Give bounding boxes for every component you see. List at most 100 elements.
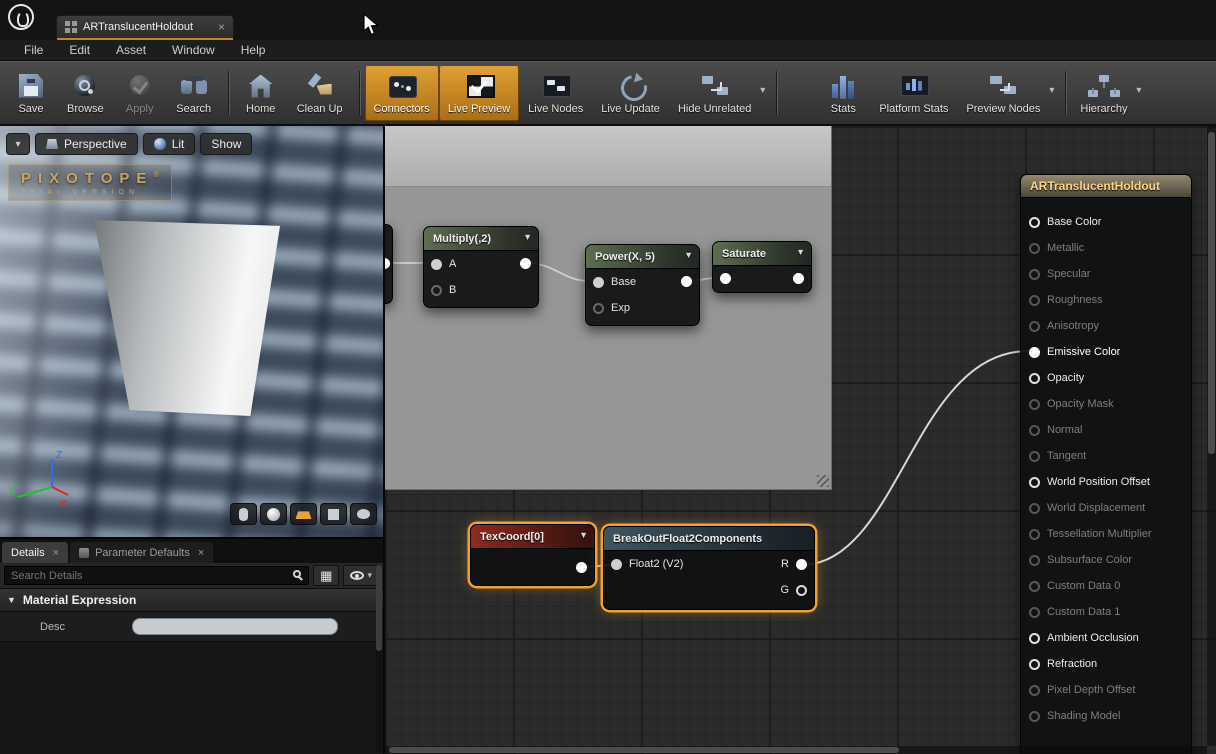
asset-tab[interactable]: ARTranslucentHoldout × [56, 15, 234, 38]
show-button[interactable]: Show [200, 133, 252, 155]
pin-circle[interactable] [1029, 477, 1040, 488]
output-pin[interactable] [681, 276, 692, 287]
tab-close-button[interactable]: × [218, 20, 225, 34]
result-pin[interactable]: Subsurface Color [1021, 547, 1191, 573]
result-pin[interactable]: Ambient Occlusion [1021, 625, 1191, 651]
pin-circle[interactable] [1029, 659, 1040, 670]
material-result-node[interactable]: ARTranslucentHoldout Base Color Metallic… [1020, 174, 1192, 754]
breakout-float2-node[interactable]: BreakOutFloat2Components Float2 (V2) R G [603, 526, 815, 610]
result-pin[interactable]: Tangent [1021, 443, 1191, 469]
result-pin[interactable]: Emissive Color [1021, 339, 1191, 365]
collapse-caret-icon[interactable] [796, 247, 805, 257]
pin-circle[interactable] [1029, 347, 1040, 358]
pin-circle[interactable] [1029, 633, 1040, 644]
cylinder-shape-button[interactable] [230, 503, 257, 525]
input-pin-b[interactable] [431, 285, 442, 296]
result-pin[interactable]: Base Color [1021, 209, 1191, 235]
pin-circle[interactable] [1029, 321, 1040, 332]
input-pin-base[interactable] [593, 277, 604, 288]
hierarchy-button[interactable]: Hierarchy [1071, 65, 1145, 121]
details-scrollbar[interactable] [376, 565, 382, 752]
search-button[interactable]: Search [167, 65, 221, 121]
pin-circle[interactable] [1029, 399, 1040, 410]
live-nodes-button[interactable]: Live Nodes [519, 65, 592, 121]
pin-circle[interactable] [1029, 243, 1040, 254]
node-header[interactable]: Power(X, 5) [586, 245, 699, 269]
result-pin[interactable]: Pixel Depth Offset [1021, 677, 1191, 703]
pin-circle[interactable] [1029, 503, 1040, 514]
menu-item[interactable]: Window [160, 41, 227, 59]
pin-circle[interactable] [1029, 269, 1040, 280]
platform-stats-button[interactable]: Platform Stats [870, 65, 957, 121]
view-options-button[interactable]: ▾ [343, 565, 379, 586]
output-pin[interactable] [520, 258, 531, 269]
output-pin[interactable] [576, 562, 587, 573]
resize-handle-icon[interactable] [817, 475, 829, 487]
connectors-button[interactable]: Connectors [365, 65, 439, 121]
input-pin-float2[interactable] [611, 559, 622, 570]
node-header[interactable]: Saturate [713, 242, 811, 266]
node-header[interactable]: BreakOutFloat2Components [604, 527, 814, 551]
saturate-node[interactable]: Saturate [712, 241, 812, 293]
browse-button[interactable]: Browse [58, 65, 113, 121]
pin-circle[interactable] [1029, 555, 1040, 566]
pin-circle[interactable] [1029, 217, 1040, 228]
preview-viewport[interactable]: ▾ Perspective Lit Show PIXOTOPE® TRIAL V… [0, 126, 383, 537]
input-pin[interactable] [720, 273, 731, 284]
result-pin[interactable]: Specular [1021, 261, 1191, 287]
pin-circle[interactable] [1029, 685, 1040, 696]
pin-circle[interactable] [1029, 529, 1040, 540]
material-expression-section-header[interactable]: ▼ Material Expression [0, 589, 383, 612]
result-pin[interactable]: World Displacement [1021, 495, 1191, 521]
menu-item[interactable]: File [12, 41, 55, 59]
result-pin[interactable]: Metallic [1021, 235, 1191, 261]
output-pin-r[interactable] [796, 559, 807, 570]
pin-circle[interactable] [1029, 425, 1040, 436]
plane-shape-button[interactable] [290, 503, 317, 525]
save-button[interactable]: Save [4, 65, 58, 121]
lit-button[interactable]: Lit [143, 133, 196, 155]
search-details-input[interactable] [4, 566, 309, 585]
node-header[interactable]: TexCoord[0] [471, 525, 594, 549]
tab-parameter-defaults[interactable]: Parameter Defaults × [70, 542, 213, 563]
scrollbar-thumb[interactable] [1208, 132, 1215, 454]
collapse-caret-icon[interactable] [684, 250, 693, 260]
output-pin[interactable] [793, 273, 804, 284]
tab-close-button[interactable]: × [198, 547, 204, 559]
graph-vertical-scrollbar[interactable] [1207, 126, 1216, 746]
power-node[interactable]: Power(X, 5) Base Exp [585, 244, 700, 326]
collapse-caret-icon[interactable] [579, 530, 588, 540]
graph-horizontal-scrollbar[interactable] [385, 746, 1207, 754]
output-pin[interactable] [385, 258, 390, 269]
preview-nodes-button[interactable]: Preview Nodes [957, 65, 1058, 121]
result-pin[interactable]: Roughness [1021, 287, 1191, 313]
scrollbar-thumb[interactable] [389, 747, 899, 753]
tab-close-button[interactable]: × [53, 547, 59, 559]
result-pin[interactable]: Anisotropy [1021, 313, 1191, 339]
viewport-options-button[interactable]: ▾ [6, 133, 30, 155]
output-pin-g[interactable] [796, 585, 807, 596]
input-pin-a[interactable] [431, 259, 442, 270]
pin-circle[interactable] [1029, 373, 1040, 384]
result-pin[interactable]: Opacity [1021, 365, 1191, 391]
cube-shape-button[interactable] [320, 503, 347, 525]
result-pin[interactable]: Opacity Mask [1021, 391, 1191, 417]
pin-circle[interactable] [1029, 711, 1040, 722]
result-pin[interactable]: Normal [1021, 417, 1191, 443]
teapot-shape-button[interactable] [350, 503, 377, 525]
sphere-shape-button[interactable] [260, 503, 287, 525]
result-pin[interactable]: World Position Offset [1021, 469, 1191, 495]
menu-item[interactable]: Help [229, 41, 278, 59]
menu-item[interactable]: Asset [104, 41, 158, 59]
result-pin[interactable]: Shading Model [1021, 703, 1191, 729]
multiply-node[interactable]: Multiply(,2) A B [423, 226, 539, 308]
input-pin-exp[interactable] [593, 303, 604, 314]
pin-circle[interactable] [1029, 451, 1040, 462]
result-pin[interactable]: Tessellation Multiplier [1021, 521, 1191, 547]
node-header[interactable]: Multiply(,2) [424, 227, 538, 251]
comment-header[interactable] [385, 126, 831, 187]
desc-input[interactable] [132, 618, 338, 635]
cleanup-button[interactable]: Clean Up [288, 65, 352, 121]
result-pin[interactable]: Refraction [1021, 651, 1191, 677]
hide-unrelated-button[interactable]: Hide Unrelated [669, 65, 769, 121]
